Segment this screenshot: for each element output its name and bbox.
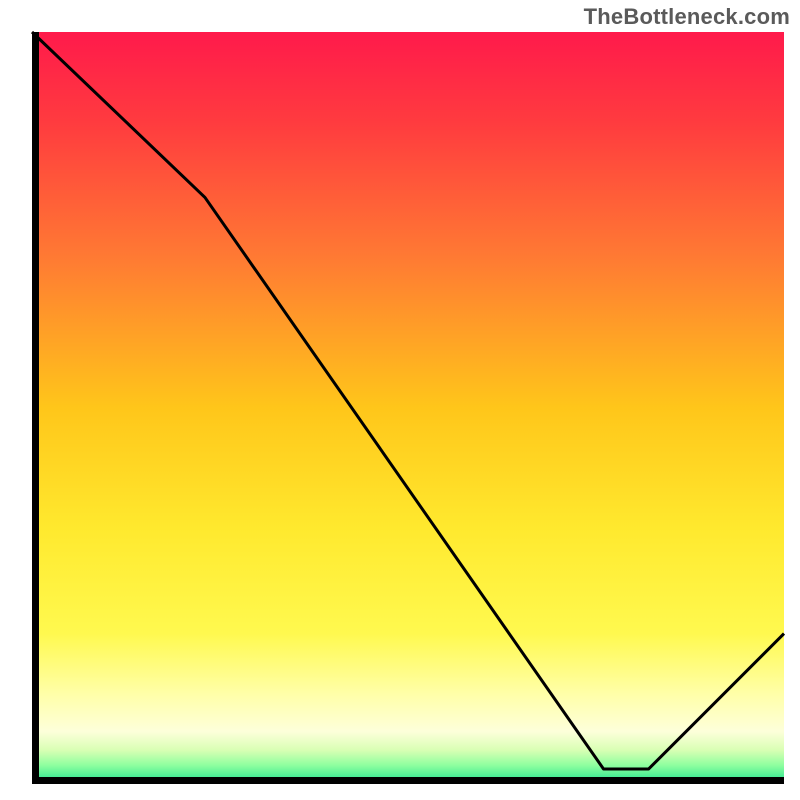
bottleneck-chart — [0, 0, 800, 800]
chart-frame: TheBottleneck.com — [0, 0, 800, 800]
plot-background — [32, 32, 784, 784]
